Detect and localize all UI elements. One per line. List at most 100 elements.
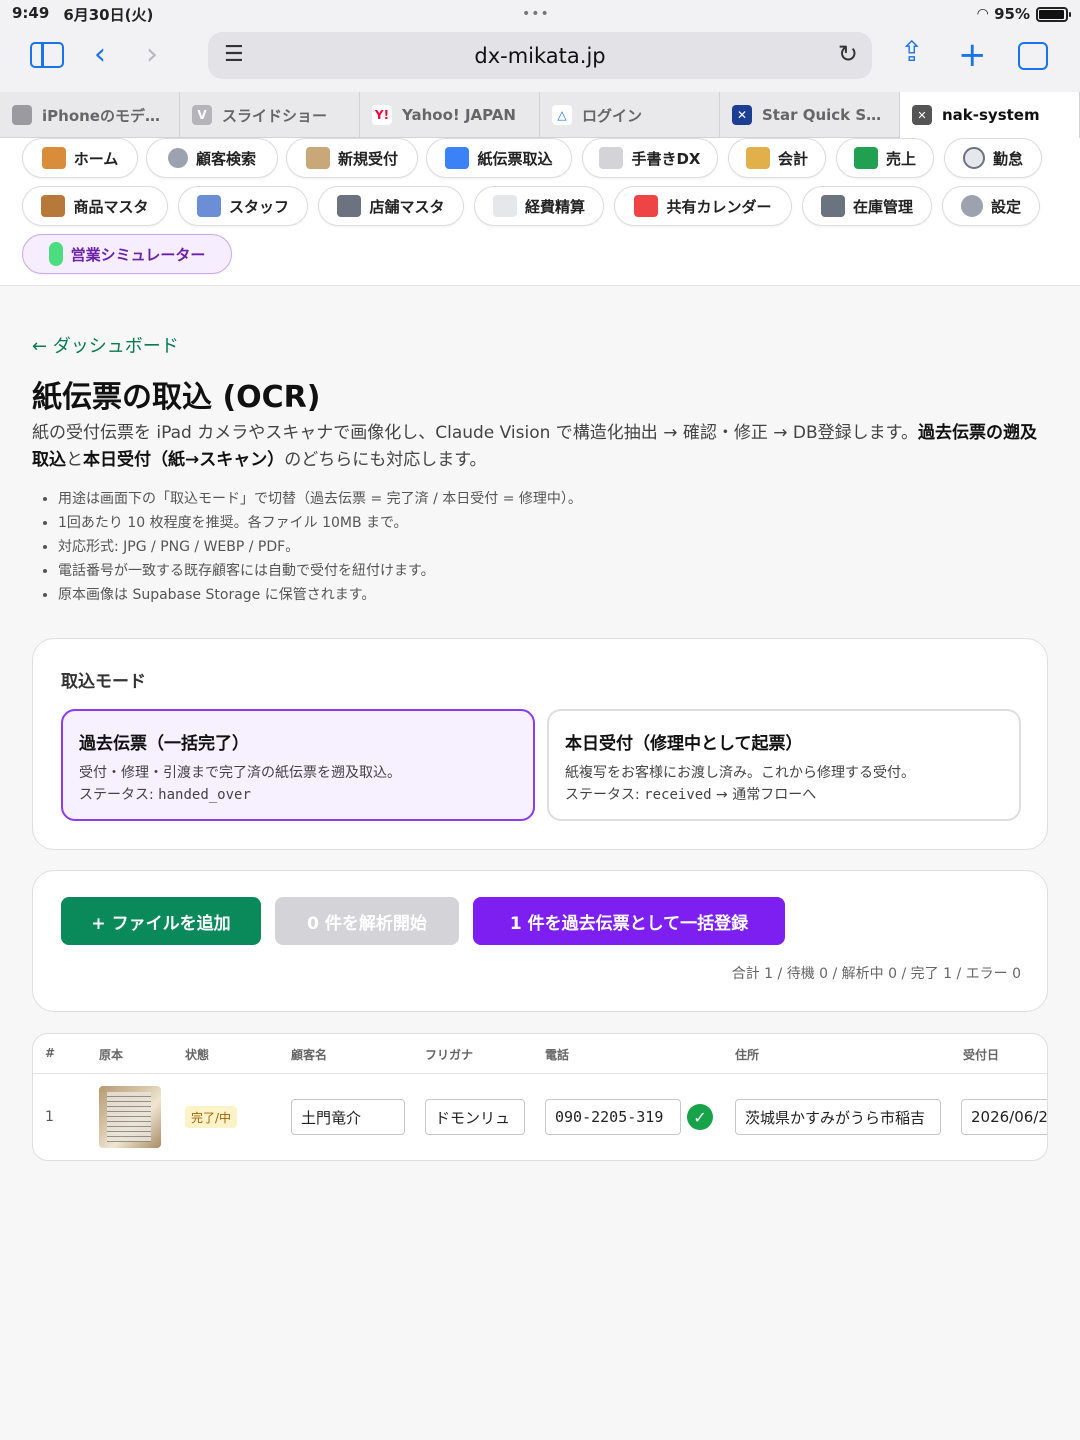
- address-field[interactable]: 茨城県かすみがうら市稲吉: [735, 1099, 941, 1135]
- mode-line: 紙複写をお客様にお渡し済み。これから修理する受付。: [565, 765, 915, 781]
- note-item: 対応形式: JPG / PNG / WEBP / PDF。: [58, 535, 582, 559]
- reload-icon[interactable]: ↻: [838, 40, 858, 68]
- slideshow-icon: V: [192, 105, 212, 125]
- desc-text: 紙の受付伝票を iPad カメラやスキャナで画像化し、Claude Vision…: [32, 423, 918, 443]
- tab-iphone[interactable]: iPhoneのモデ…: [0, 92, 180, 138]
- tab-label: Star Quick S…: [762, 106, 882, 124]
- col-phone: 電話: [545, 1048, 570, 1062]
- nav-shared-calendar[interactable]: 共有カレンダー: [614, 186, 792, 226]
- sidebar-toggle-icon[interactable]: [30, 42, 64, 68]
- nav-expenses[interactable]: 経費精算: [474, 186, 604, 226]
- tab-nak-system[interactable]: ✕ nak-system: [900, 92, 1080, 138]
- clock-icon: [962, 147, 985, 169]
- nav-sales[interactable]: 売上: [836, 138, 934, 178]
- mode-past-slips[interactable]: 過去伝票（一括完了） 受付・修理・引渡まで完了済の紙伝票を遡及取込。 ステータス…: [61, 709, 535, 821]
- col-original: 原本: [99, 1048, 124, 1062]
- nav-new-reception[interactable]: 新規受付: [286, 138, 418, 178]
- phone-field[interactable]: 090-2205-319: [545, 1099, 681, 1135]
- tab-slideshow[interactable]: V スライドショー: [180, 92, 360, 138]
- notes-list: 用途は画面下の「取込モード」で切替（過去伝票 = 完了済 / 本日受付 = 修理…: [58, 487, 582, 607]
- nav-accounting[interactable]: 会計: [728, 138, 826, 178]
- table-header: # 原本 状態 顧客名 フリガナ 電話 住所 受付日: [33, 1034, 1047, 1074]
- battery-icon: [1036, 6, 1071, 22]
- wifi-icon: ◠: [977, 6, 989, 22]
- clipboard-icon: [305, 147, 330, 169]
- nav-label: 新規受付: [337, 149, 398, 168]
- tab-label: nak-system: [942, 106, 1040, 124]
- note-item: 1回あたり 10 枚程度を推奨。各ファイル 10MB まで。: [58, 511, 582, 535]
- mode-line: 受付・修理・引渡まで完了済の紙伝票を遡及取込。: [79, 765, 401, 781]
- status-label: ステータス:: [565, 787, 645, 803]
- slips-table: # 原本 状態 顧客名 フリガナ 電話 住所 受付日 1 完了/中 土門竜介 ド…: [32, 1033, 1048, 1161]
- note-item: 用途は画面下の「取込モード」で切替（過去伝票 = 完了済 / 本日受付 = 修理…: [58, 487, 582, 511]
- reception-date-field[interactable]: 2026/06/29: [961, 1099, 1047, 1135]
- nav-home[interactable]: ホーム: [22, 138, 138, 178]
- desc-text: のどちらにも対応します。: [284, 450, 487, 470]
- mode-today-reception[interactable]: 本日受付（修理中として起票） 紙複写をお客様にお渡し済み。これから修理する受付。…: [547, 709, 1021, 821]
- nav-label: 紙伝票取込: [477, 149, 553, 168]
- status-label: ステータス:: [79, 787, 159, 803]
- address-bar[interactable]: ☰ dx-mikata.jp ↻: [208, 32, 872, 79]
- nav-settings[interactable]: 設定: [942, 186, 1040, 226]
- share-icon[interactable]: ⇪: [900, 38, 923, 66]
- close-tab-icon[interactable]: ✕: [912, 105, 932, 125]
- mode-heading: 本日受付（修理中として起票）: [565, 734, 803, 754]
- tab-overview-icon[interactable]: [1018, 42, 1048, 70]
- note-item: 電話番号が一致する既存顧客には自動で受付を紐付けます。: [58, 559, 582, 583]
- add-file-button[interactable]: + ファイルを追加: [61, 897, 261, 945]
- nav-customer-search[interactable]: 顧客検索: [146, 138, 278, 178]
- nav-product-master[interactable]: 商品マスタ: [22, 186, 168, 226]
- magnifier-icon: [167, 148, 188, 168]
- status-suffix: → 通常フローへ: [711, 787, 817, 803]
- col-name: 顧客名: [291, 1048, 328, 1062]
- col-address: 住所: [735, 1048, 760, 1062]
- note-item: 原本画像は Supabase Storage に保管されます。: [58, 583, 582, 607]
- receipt-icon: [492, 195, 517, 217]
- triangle-logo-icon: △: [552, 105, 572, 125]
- nav-paper-import[interactable]: 紙伝票取込: [426, 138, 572, 178]
- nav-label: 商品マスタ: [73, 197, 149, 216]
- tab-bar: iPhoneのモデ… V スライドショー Y! Yahoo! JAPAN △ ログイン…: [0, 92, 1080, 138]
- col-state: 状態: [185, 1048, 210, 1062]
- customer-name-field[interactable]: 土門竜介: [291, 1099, 405, 1135]
- kana-field[interactable]: ドモンリュ: [425, 1099, 525, 1135]
- nav-attendance[interactable]: 勤怠: [944, 138, 1042, 178]
- status-value: handed_over: [158, 787, 251, 803]
- nav-label: 手書きDX: [631, 149, 701, 168]
- status-badge: 完了/中: [185, 1106, 238, 1128]
- apple-icon: [12, 105, 32, 125]
- bar-chart-icon: [853, 147, 878, 169]
- nav-sales-simulator[interactable]: 営業シミュレーター: [22, 234, 232, 274]
- back-to-dashboard-link[interactable]: ← ダッシュボード: [32, 332, 179, 358]
- tab-yahoo[interactable]: Y! Yahoo! JAPAN: [360, 92, 540, 138]
- nav-inventory[interactable]: 在庫管理: [802, 186, 932, 226]
- forward-arrow-icon[interactable]: ›: [146, 40, 158, 70]
- status-time: 9:49: [12, 3, 50, 22]
- col-date: 受付日: [963, 1048, 1000, 1062]
- analyze-button[interactable]: 0 件を解析開始: [275, 897, 459, 945]
- pen-icon: [599, 147, 624, 169]
- tab-star-quick[interactable]: ✕ Star Quick S…: [720, 92, 900, 138]
- original-image-thumbnail[interactable]: [99, 1086, 161, 1148]
- tab-login[interactable]: △ ログイン: [540, 92, 720, 138]
- package-icon: [41, 195, 66, 217]
- row-num: 1: [45, 1109, 54, 1125]
- nav-label: 共有カレンダー: [666, 197, 772, 216]
- actions-card: + ファイルを追加 0 件を解析開始 1 件を過去伝票として一括登録 合計 1 …: [32, 870, 1048, 1012]
- desc-text: と: [66, 450, 83, 470]
- multitask-dots-icon[interactable]: •••: [522, 6, 550, 22]
- desc-bold: 本日受付（紙→スキャン）: [83, 450, 285, 470]
- inbox-tray-icon: [445, 147, 470, 169]
- back-arrow-icon[interactable]: ‹: [94, 40, 106, 70]
- status-date: 6月30日(火): [63, 5, 154, 24]
- tab-label: Yahoo! JAPAN: [402, 106, 516, 124]
- nav-handwriting-dx[interactable]: 手書きDX: [582, 138, 718, 178]
- url-text: dx-mikata.jp: [474, 43, 606, 68]
- house-icon: [41, 147, 66, 169]
- checkmark-icon: ✓: [687, 1104, 713, 1130]
- new-tab-icon[interactable]: +: [958, 38, 987, 72]
- page-menu-icon[interactable]: ☰: [224, 42, 244, 67]
- bulk-register-button[interactable]: 1 件を過去伝票として一括登録: [473, 897, 785, 945]
- nav-store-master[interactable]: 店舗マスタ: [318, 186, 464, 226]
- nav-staff[interactable]: スタッフ: [178, 186, 308, 226]
